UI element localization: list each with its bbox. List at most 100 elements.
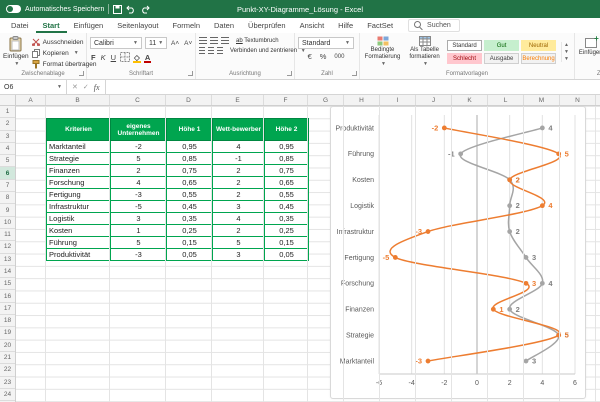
table-cell[interactable]: 2 bbox=[212, 188, 265, 201]
table-cell[interactable]: -2 bbox=[110, 140, 167, 153]
column-header-d[interactable]: D bbox=[166, 95, 212, 105]
row-header-9[interactable]: 9 bbox=[0, 204, 15, 217]
row-header-14[interactable]: 14 bbox=[0, 266, 15, 279]
table-cell[interactable]: 0,65 bbox=[166, 176, 213, 189]
cell-style-chip[interactable]: Gut bbox=[484, 40, 520, 51]
name-box[interactable]: O6 ▼ bbox=[0, 80, 67, 94]
insert-cells-button[interactable]: Einfügen bbox=[578, 34, 600, 69]
undo-icon[interactable] bbox=[126, 5, 136, 14]
fill-color-icon[interactable]: ◇ bbox=[133, 53, 141, 63]
bold-button[interactable]: F bbox=[90, 53, 97, 62]
table-cell[interactable]: Forschung bbox=[46, 176, 111, 189]
row-header-15[interactable]: 15 bbox=[0, 278, 15, 291]
cell-style-chip[interactable]: Schlecht bbox=[447, 53, 483, 64]
align-center-icon[interactable] bbox=[208, 47, 214, 54]
row-header-2[interactable]: 2 bbox=[0, 118, 15, 131]
table-header[interactable]: Höhe 2 bbox=[264, 118, 309, 141]
dialog-launcher-icon[interactable] bbox=[188, 71, 193, 76]
font-color-icon[interactable]: A bbox=[143, 53, 152, 63]
table-cell[interactable]: 0,45 bbox=[166, 200, 213, 213]
table-cell[interactable]: 0,55 bbox=[264, 188, 309, 201]
table-cell[interactable]: 0,15 bbox=[264, 236, 309, 249]
format-as-table-button[interactable]: Als Tabelle formatieren ▼ bbox=[405, 36, 444, 68]
row-header-5[interactable]: 5 bbox=[0, 155, 15, 168]
percent-format-icon[interactable]: % bbox=[319, 52, 328, 61]
table-cell[interactable]: 2 bbox=[212, 176, 265, 189]
ribbon-search[interactable]: Suchen bbox=[408, 19, 460, 32]
table-cell[interactable]: -1 bbox=[212, 152, 265, 165]
formula-input[interactable] bbox=[105, 80, 600, 94]
row-header-17[interactable]: 17 bbox=[0, 303, 15, 316]
row-header-4[interactable]: 4 bbox=[0, 143, 15, 156]
table-cell[interactable]: Strategie bbox=[46, 152, 111, 165]
row-header-3[interactable]: 3 bbox=[0, 131, 15, 143]
table-cell[interactable]: 2 bbox=[212, 224, 265, 237]
column-header-m[interactable]: M bbox=[524, 95, 560, 105]
gallery-down-icon[interactable]: ▼ bbox=[564, 49, 569, 55]
gallery-up-icon[interactable]: ▲ bbox=[564, 42, 569, 48]
ribbon-tab-datei[interactable]: Datei bbox=[4, 18, 36, 33]
row-header-22[interactable]: 22 bbox=[0, 364, 15, 377]
table-cell[interactable]: 0,45 bbox=[264, 200, 309, 213]
insert-function-icon[interactable]: fx bbox=[94, 83, 100, 92]
align-bottom-icon[interactable] bbox=[221, 37, 229, 44]
ribbon-tab-factset[interactable]: FactSet bbox=[360, 18, 400, 33]
row-header-23[interactable]: 23 bbox=[0, 377, 15, 389]
wrap-text-button[interactable]: ab Textumbruch bbox=[236, 38, 279, 44]
ribbon-tab-seitenlayout[interactable]: Seitenlayout bbox=[110, 18, 165, 33]
table-cell[interactable]: -3 bbox=[110, 248, 167, 261]
table-cell[interactable]: Führung bbox=[46, 236, 111, 249]
table-cell[interactable]: 0,25 bbox=[166, 224, 213, 237]
dialog-launcher-icon[interactable] bbox=[79, 71, 84, 76]
row-header-19[interactable]: 19 bbox=[0, 327, 15, 340]
italic-button[interactable]: K bbox=[100, 53, 107, 62]
column-header-k[interactable]: K bbox=[452, 95, 488, 105]
table-cell[interactable]: 0,35 bbox=[166, 212, 213, 225]
table-cell[interactable]: 0,05 bbox=[264, 248, 309, 261]
table-cell[interactable]: Produktivität bbox=[46, 248, 111, 261]
table-cell[interactable]: 4 bbox=[110, 176, 167, 189]
thousands-format-icon[interactable]: 000 bbox=[333, 54, 345, 60]
column-header-e[interactable]: E bbox=[212, 95, 264, 105]
paste-button[interactable]: Einfügen ▼ bbox=[3, 35, 29, 69]
sheet-cells[interactable]: Kriterien eigenes Unternehmen Höhe 1 Wett-b… bbox=[16, 106, 600, 402]
align-top-icon[interactable] bbox=[199, 37, 207, 44]
table-cell[interactable]: Finanzen bbox=[46, 164, 111, 177]
column-header-j[interactable]: J bbox=[416, 95, 452, 105]
row-header-18[interactable]: 18 bbox=[0, 315, 15, 328]
align-left-icon[interactable] bbox=[199, 47, 205, 54]
table-cell[interactable]: 2 bbox=[212, 164, 265, 177]
table-cell[interactable]: Fertigung bbox=[46, 188, 111, 201]
column-header-b[interactable]: B bbox=[46, 95, 110, 105]
row-header-24[interactable]: 24 bbox=[0, 389, 15, 402]
table-cell[interactable]: 3 bbox=[212, 248, 265, 261]
table-cell[interactable]: 0,95 bbox=[166, 140, 213, 153]
row-header-20[interactable]: 20 bbox=[0, 340, 15, 352]
row-header-12[interactable]: 12 bbox=[0, 241, 15, 254]
font-size-select[interactable]: 11 ▼ bbox=[145, 37, 167, 49]
cell-style-chip[interactable]: Berechnung bbox=[521, 53, 557, 64]
row-header-13[interactable]: 13 bbox=[0, 254, 15, 266]
table-cell[interactable]: 2 bbox=[110, 164, 167, 177]
ribbon-tab-hilfe[interactable]: Hilfe bbox=[331, 18, 360, 33]
cell-style-chip[interactable]: Neutral bbox=[521, 40, 557, 51]
table-header[interactable]: eigenes Unternehmen bbox=[110, 118, 167, 141]
align-middle-icon[interactable] bbox=[210, 37, 218, 44]
row-header-8[interactable]: 8 bbox=[0, 192, 15, 205]
number-format-select[interactable]: Standard ▼ bbox=[298, 37, 354, 49]
table-cell[interactable]: 3 bbox=[212, 200, 265, 213]
table-cell[interactable]: 5 bbox=[110, 236, 167, 249]
conditional-formatting-button[interactable]: Bedingte Formatierung ▼ bbox=[363, 36, 402, 68]
cell-style-chip[interactable]: Standard bbox=[447, 40, 483, 51]
ribbon-tab-formeln[interactable]: Formeln bbox=[166, 18, 208, 33]
table-header[interactable]: Kriterien bbox=[46, 118, 111, 141]
row-header-7[interactable]: 7 bbox=[0, 180, 15, 193]
table-header[interactable]: Höhe 1 bbox=[166, 118, 213, 141]
cell-style-chip[interactable]: Ausgabe bbox=[484, 53, 520, 64]
column-header-a[interactable]: A bbox=[16, 95, 46, 105]
table-cell[interactable]: 0,35 bbox=[264, 212, 309, 225]
column-header-i[interactable]: I bbox=[380, 95, 416, 105]
table-cell[interactable]: 0,75 bbox=[166, 164, 213, 177]
table-cell[interactable]: 0,85 bbox=[166, 152, 213, 165]
row-header-11[interactable]: 11 bbox=[0, 229, 15, 242]
